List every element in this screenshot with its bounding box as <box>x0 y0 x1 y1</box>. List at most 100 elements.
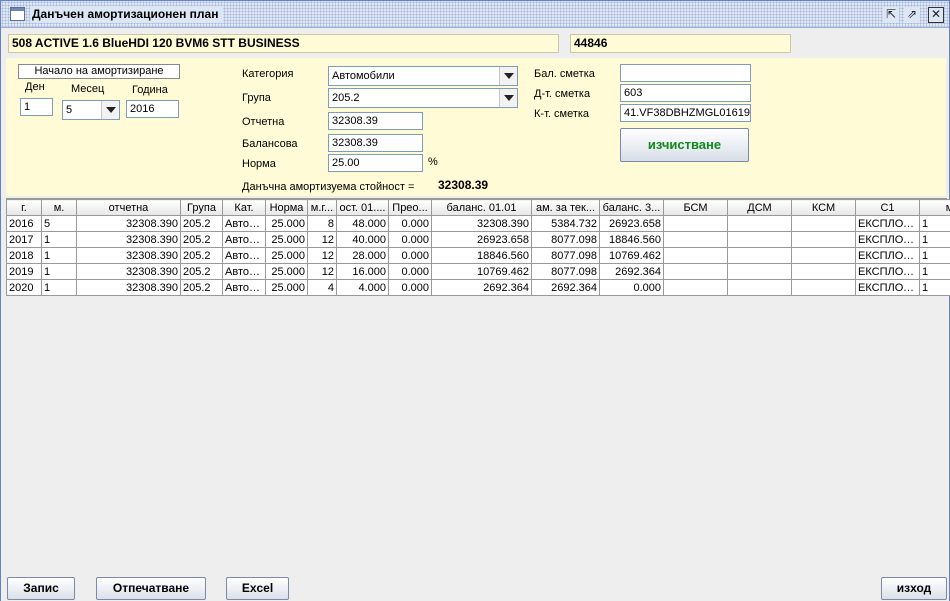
table-cell[interactable]: 4.000 <box>336 279 389 296</box>
table-cell[interactable]: 26923.658 <box>431 231 532 248</box>
table-cell[interactable]: 1 <box>919 263 950 280</box>
bal-account-input[interactable] <box>620 64 751 82</box>
table-cell[interactable]: 5 <box>41 215 77 232</box>
column-header[interactable]: ДСМ <box>727 199 792 216</box>
chevron-down-icon[interactable] <box>499 67 517 85</box>
table-cell[interactable]: 25.000 <box>265 247 308 264</box>
table-cell[interactable]: 25.000 <box>265 279 308 296</box>
column-header[interactable]: Норма <box>265 199 308 216</box>
table-cell[interactable]: 0.000 <box>599 279 664 296</box>
table-cell[interactable]: 32308.390 <box>76 231 181 248</box>
restore-icon[interactable]: ⇱ <box>883 7 899 23</box>
exit-button[interactable]: изход <box>881 577 947 600</box>
table-cell[interactable]: 205.2 <box>180 263 223 280</box>
table-cell[interactable]: 8077.098 <box>531 263 600 280</box>
table-cell[interactable] <box>791 215 856 232</box>
table-cell[interactable]: 2017 <box>6 231 42 248</box>
table-cell[interactable]: 12 <box>307 231 337 248</box>
table-cell[interactable]: Автом... <box>222 215 266 232</box>
table-cell[interactable]: 32308.390 <box>76 247 181 264</box>
table-cell[interactable] <box>727 215 792 232</box>
title-bar[interactable]: Данъчен амортизационен план ⇱ ⇗ ✕ <box>1 1 949 28</box>
column-header[interactable]: БСМ <box>663 199 728 216</box>
group-select[interactable]: 205.2 <box>328 88 518 108</box>
column-header[interactable]: Кат. <box>222 199 266 216</box>
credit-account-input[interactable]: 41.VF38DBHZMGL016194 <box>620 104 751 122</box>
table-cell[interactable]: 0.000 <box>388 215 432 232</box>
table-cell[interactable]: 32308.390 <box>76 279 181 296</box>
column-header[interactable]: ост. 01.... <box>336 199 389 216</box>
column-header[interactable]: м.г... <box>307 199 337 216</box>
table-cell[interactable]: Автом... <box>222 279 266 296</box>
table-cell[interactable]: 0.000 <box>388 263 432 280</box>
table-cell[interactable]: 2692.364 <box>431 279 532 296</box>
chevron-down-icon[interactable] <box>499 89 517 107</box>
table-cell[interactable]: 28.000 <box>336 247 389 264</box>
table-cell[interactable]: 1 <box>919 231 950 248</box>
table-row[interactable]: 2019 1 32308.390 205.2 Автом... 25.000 12 16.00… <box>6 263 950 280</box>
table-cell[interactable]: 25.000 <box>265 231 308 248</box>
column-header[interactable]: КСМ <box>791 199 856 216</box>
table-cell[interactable] <box>663 231 728 248</box>
column-header[interactable]: баланс. 3... <box>599 199 664 216</box>
table-cell[interactable]: 205.2 <box>180 231 223 248</box>
table-cell[interactable]: ЕКСПЛОА... <box>855 279 920 296</box>
table-cell[interactable]: 2020 <box>6 279 42 296</box>
balance-input[interactable]: 32308.39 <box>328 134 423 152</box>
column-header[interactable]: отчетна <box>76 199 181 216</box>
category-select[interactable]: Автомобили <box>328 66 518 86</box>
table-cell[interactable]: 0.000 <box>388 231 432 248</box>
table-cell[interactable]: 12 <box>307 263 337 280</box>
table-cell[interactable]: 25.000 <box>265 215 308 232</box>
table-cell[interactable]: 8077.098 <box>531 231 600 248</box>
column-header[interactable]: ам. за тек... <box>531 199 600 216</box>
table-cell[interactable]: 2692.364 <box>599 263 664 280</box>
table-cell[interactable]: 1 <box>41 263 77 280</box>
table-cell[interactable]: 205.2 <box>180 215 223 232</box>
table-cell[interactable]: 32308.390 <box>76 215 181 232</box>
table-cell[interactable]: 32308.390 <box>76 263 181 280</box>
debit-account-input[interactable]: 603 <box>620 84 751 102</box>
table-cell[interactable]: 16.000 <box>336 263 389 280</box>
table-cell[interactable] <box>663 247 728 264</box>
table-cell[interactable]: 32308.390 <box>431 215 532 232</box>
year-input[interactable]: 2016 <box>126 100 179 118</box>
table-cell[interactable] <box>727 247 792 264</box>
table-cell[interactable] <box>727 279 792 296</box>
column-header[interactable]: Група <box>180 199 223 216</box>
table-cell[interactable]: ЕКСПЛОА... <box>855 263 920 280</box>
table-cell[interactable]: 1 <box>919 247 950 264</box>
table-cell[interactable]: 2692.364 <box>531 279 600 296</box>
table-cell[interactable]: 5384.732 <box>531 215 600 232</box>
column-header[interactable]: г. <box>6 199 42 216</box>
table-cell[interactable] <box>791 231 856 248</box>
chevron-down-icon[interactable] <box>101 101 119 119</box>
month-select[interactable]: 5 <box>62 100 120 120</box>
table-cell[interactable] <box>663 263 728 280</box>
table-cell[interactable]: 1 <box>41 231 77 248</box>
table-cell[interactable]: ЕКСПЛОА... <box>855 231 920 248</box>
table-row[interactable]: 2020 1 32308.390 205.2 Автом... 25.000 4 4.000 0… <box>6 279 950 296</box>
column-header[interactable]: м. <box>41 199 77 216</box>
table-row[interactable]: 2017 1 32308.390 205.2 Автом... 25.000 12 40.00… <box>6 231 950 248</box>
print-button[interactable]: Отпечатване <box>96 577 206 600</box>
table-cell[interactable]: 2019 <box>6 263 42 280</box>
asset-code-field[interactable]: 44846 <box>570 34 791 53</box>
table-cell[interactable]: 10769.462 <box>431 263 532 280</box>
table-cell[interactable]: Автом... <box>222 263 266 280</box>
column-header[interactable]: баланс. 01.01 <box>431 199 532 216</box>
table-cell[interactable]: 48.000 <box>336 215 389 232</box>
clear-button[interactable]: изчистване <box>620 128 749 162</box>
table-cell[interactable]: 1 <box>41 247 77 264</box>
maximize-icon[interactable]: ⇗ <box>904 7 920 23</box>
table-cell[interactable]: 18846.560 <box>431 247 532 264</box>
rate-input[interactable]: 25.00 <box>328 154 423 172</box>
table-cell[interactable] <box>663 215 728 232</box>
table-row[interactable]: 2018 1 32308.390 205.2 Автом... 25.000 12 28.00… <box>6 247 950 264</box>
table-cell[interactable]: ЕКСПЛОА... <box>855 215 920 232</box>
table-cell[interactable]: 4 <box>307 279 337 296</box>
table-cell[interactable]: 1 <box>919 215 950 232</box>
table-cell[interactable]: 2016 <box>6 215 42 232</box>
save-button[interactable]: Запис <box>7 577 75 600</box>
table-cell[interactable]: 25.000 <box>265 263 308 280</box>
